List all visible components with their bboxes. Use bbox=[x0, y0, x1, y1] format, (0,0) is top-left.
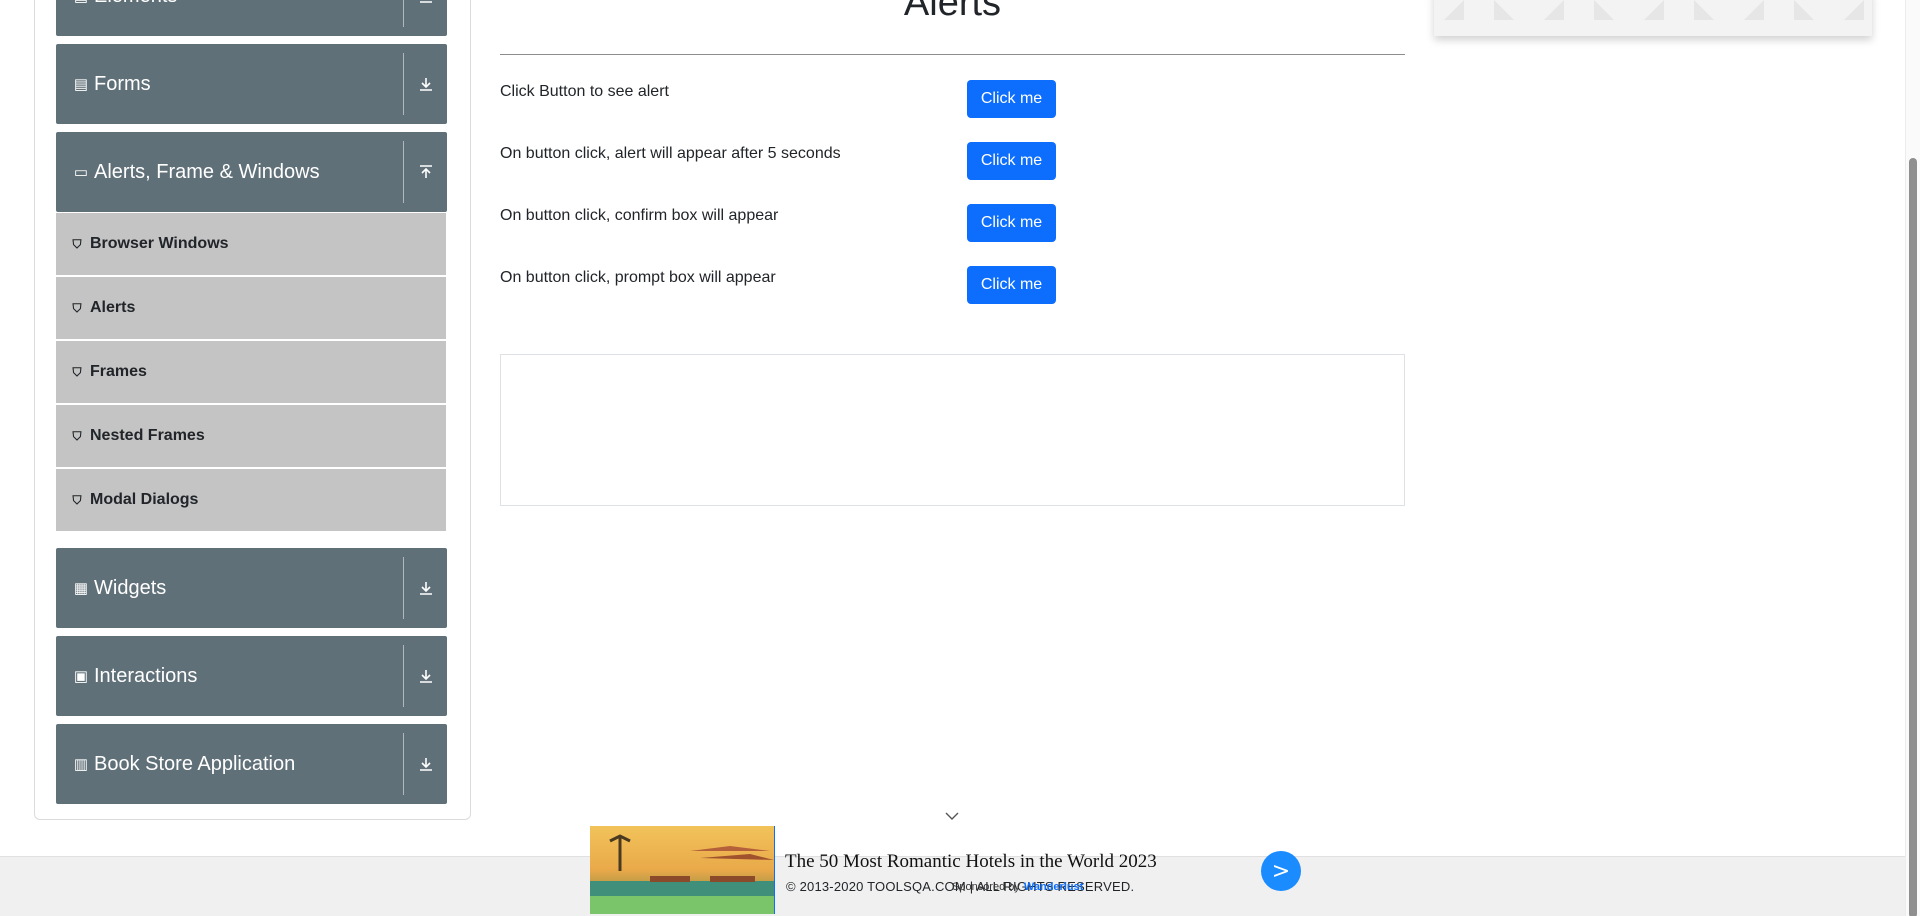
sidebar-group-label: Interactions bbox=[94, 665, 198, 687]
html5-icon: ⛉ bbox=[72, 492, 82, 507]
ad-title[interactable]: The 50 Most Romantic Hotels in the World… bbox=[785, 851, 1157, 873]
download-icon[interactable] bbox=[404, 0, 447, 4]
sidebar-item-alerts[interactable]: ⛉ Alerts bbox=[56, 277, 446, 339]
alert-button[interactable]: Click me bbox=[967, 80, 1056, 118]
title-divider bbox=[500, 54, 1405, 55]
confirm-button[interactable]: Click me bbox=[967, 204, 1056, 242]
chevron-down-icon[interactable] bbox=[944, 808, 960, 824]
sidebar-group-label: Widgets bbox=[94, 577, 167, 599]
ad-sponsor-brand[interactable]: Wanderlust bbox=[1024, 881, 1084, 893]
sidebar-group-book-store[interactable]: ▥ Book Store Application bbox=[56, 724, 447, 804]
forms-icon: ▤ bbox=[73, 76, 89, 93]
window-icon: ▭ bbox=[73, 164, 89, 181]
ad-sponsor-label: Sponsored by bbox=[952, 881, 1020, 893]
confirm-row-label: On button click, confirm box will appear bbox=[500, 207, 779, 224]
sidebar-group-label: Book Store Application bbox=[94, 753, 296, 775]
html5-icon: ⛉ bbox=[72, 300, 82, 315]
alert-row-label: Click Button to see alert bbox=[500, 83, 669, 100]
sidebar-item-modal-dialogs[interactable]: ⛉ Modal Dialogs bbox=[56, 469, 446, 531]
sidebar-group-widgets[interactable]: ▦ Widgets bbox=[56, 548, 447, 628]
sidebar-group-label: Alerts, Frame & Windows bbox=[94, 161, 320, 183]
scrollbar-thumb[interactable] bbox=[1909, 158, 1917, 916]
html5-icon: ⛉ bbox=[72, 428, 82, 443]
ad-placeholder-box bbox=[500, 354, 1405, 506]
download-icon[interactable] bbox=[404, 76, 447, 92]
sidebar-group-alerts-frame-windows[interactable]: ▭ Alerts, Frame & Windows bbox=[56, 132, 447, 212]
upload-icon[interactable] bbox=[404, 164, 447, 180]
bookstore-icon: ▥ bbox=[73, 756, 89, 773]
sidebar-group-elements[interactable]: ▤ Elements bbox=[56, 0, 447, 36]
banner-image[interactable] bbox=[1434, 0, 1872, 36]
elements-icon: ▤ bbox=[72, 0, 90, 5]
prompt-button[interactable]: Click me bbox=[967, 266, 1056, 304]
page: ▤ Elements ▤ Forms ▭ Alerts, Frame & Win… bbox=[0, 0, 1920, 916]
download-icon[interactable] bbox=[404, 580, 447, 596]
download-icon[interactable] bbox=[404, 756, 447, 772]
sidebar-item-label: Alerts bbox=[90, 299, 136, 316]
page-title: Alerts bbox=[903, 0, 1002, 24]
ad-image[interactable] bbox=[590, 826, 774, 914]
sidebar-item-label: Browser Windows bbox=[90, 235, 229, 252]
divider bbox=[403, 0, 404, 27]
sidebar-item-nested-frames[interactable]: ⛉ Nested Frames bbox=[56, 405, 446, 467]
sidebar-group-forms[interactable]: ▤ Forms bbox=[56, 44, 447, 124]
sidebar-item-label: Frames bbox=[90, 363, 147, 380]
sidebar-group-interactions[interactable]: ▣ Interactions bbox=[56, 636, 447, 716]
download-icon[interactable] bbox=[404, 668, 447, 684]
sidebar-item-label: Nested Frames bbox=[90, 427, 205, 444]
prompt-row-label: On button click, prompt box will appear bbox=[500, 269, 776, 286]
timer-alert-row-label: On button click, alert will appear after… bbox=[500, 145, 841, 162]
ad-sponsor: Sponsored by Wanderlust bbox=[952, 881, 1083, 893]
sidebar-item-label: Modal Dialogs bbox=[90, 491, 199, 508]
widgets-icon: ▦ bbox=[73, 580, 89, 597]
html5-icon: ⛉ bbox=[72, 364, 82, 379]
sidebar-item-frames[interactable]: ⛉ Frames bbox=[56, 341, 446, 403]
ad-go-button[interactable]: > bbox=[1261, 851, 1301, 891]
interactions-icon: ▣ bbox=[73, 668, 89, 685]
sidebar-group-label: Elements bbox=[94, 0, 403, 8]
sidebar-group-label: Forms bbox=[94, 73, 151, 95]
sidebar-item-browser-windows[interactable]: ⛉ Browser Windows bbox=[56, 213, 446, 275]
html5-icon: ⛉ bbox=[72, 236, 82, 251]
timer-alert-button[interactable]: Click me bbox=[967, 142, 1056, 180]
